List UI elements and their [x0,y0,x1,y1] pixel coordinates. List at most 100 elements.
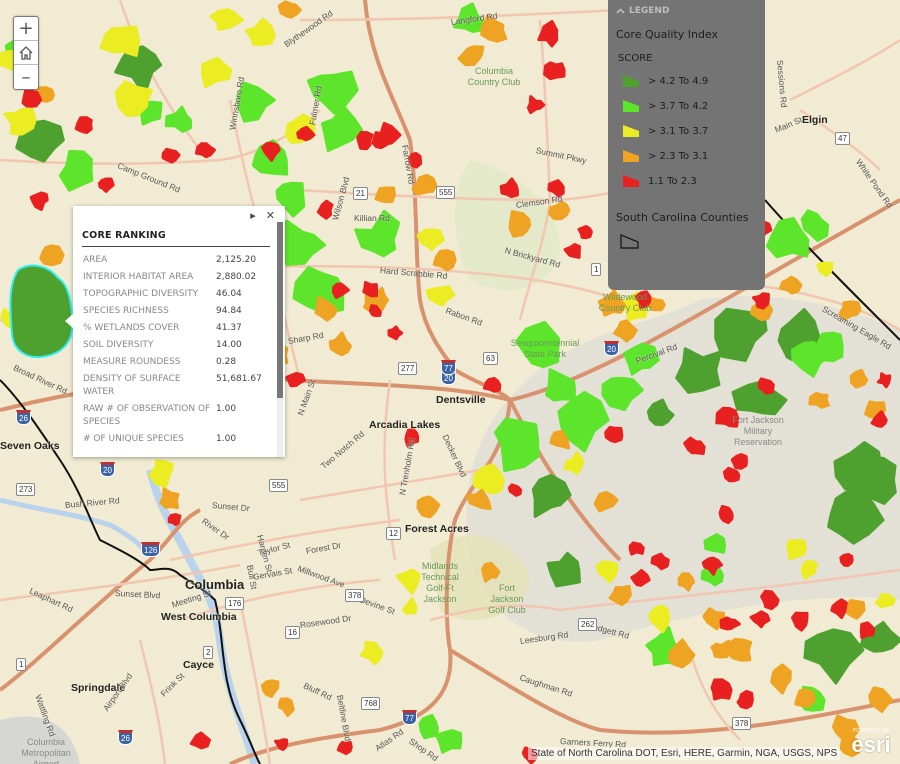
habitat-core-polygon[interactable] [39,244,65,267]
habitat-core-polygon[interactable] [148,459,174,488]
esri-logo[interactable]: POWERED BY esri [845,728,897,756]
habitat-core-polygon[interactable] [726,637,753,662]
habitat-core-polygon[interactable] [646,398,675,427]
habitat-core-polygon[interactable] [97,177,115,193]
close-popup-button[interactable]: ✕ [266,209,275,222]
habitat-core-polygon[interactable] [543,61,566,81]
zoom-in-button[interactable]: + [14,17,38,41]
habitat-core-polygon[interactable] [749,610,771,629]
habitat-core-polygon[interactable] [359,640,384,666]
habitat-core-polygon[interactable] [839,553,854,567]
habitat-core-polygon[interactable] [710,678,733,701]
habitat-core-polygon[interactable] [277,0,302,19]
habitat-core-polygon[interactable] [356,130,374,151]
habitat-core-polygon[interactable] [770,663,792,695]
legend-toggle[interactable]: LEGEND [616,4,757,18]
habitat-core-polygon[interactable] [435,729,463,754]
habitat-core-polygon[interactable] [494,417,540,472]
habitat-core-polygon[interactable] [508,210,532,238]
habitat-core-polygon[interactable] [21,89,43,108]
habitat-core-polygon[interactable] [164,105,192,133]
habitat-core-polygon[interactable] [209,8,244,31]
habitat-core-polygon[interactable] [628,541,645,556]
habitat-core-polygon[interactable] [3,107,37,136]
home-button[interactable] [14,41,38,65]
habitat-core-polygon[interactable] [791,611,809,632]
habitat-core-polygon[interactable] [545,368,576,402]
habitat-core-polygon[interactable] [278,697,295,717]
habitat-core-polygon[interactable] [260,679,280,698]
habitat-core-polygon[interactable] [868,686,894,713]
habitat-core-polygon[interactable] [677,572,696,592]
habitat-core-polygon[interactable] [593,490,619,513]
popup-scrollbar[interactable] [277,222,283,457]
habitat-core-polygon[interactable] [411,173,438,196]
habitat-core-polygon[interactable] [362,281,379,298]
habitat-core-polygon[interactable] [161,147,181,164]
habitat-core-polygon[interactable] [194,142,216,159]
habitat-core-polygon[interactable] [722,466,741,483]
habitat-core-polygon[interactable] [859,621,876,640]
habitat-core-polygon[interactable] [466,488,492,510]
habitat-core-polygon[interactable] [830,598,848,620]
habitat-core-polygon[interactable] [563,451,585,475]
habitat-core-polygon[interactable] [472,463,505,495]
habitat-core-polygon[interactable] [675,347,722,394]
habitat-core-polygon[interactable] [730,453,748,470]
habitat-core-polygon[interactable] [546,551,581,588]
habitat-core-polygon[interactable] [875,593,896,609]
habitat-core-polygon[interactable] [387,325,404,341]
habitat-core-polygon[interactable] [320,105,363,152]
habitat-core-polygon[interactable] [630,569,651,587]
habitat-core-polygon[interactable] [785,539,808,561]
habitat-core-polygon[interactable] [418,713,439,740]
habitat-core-polygon[interactable] [481,562,501,583]
habitat-core-polygon[interactable] [328,331,352,357]
habitat-core-polygon[interactable] [507,483,523,497]
habitat-core-polygon[interactable] [794,688,816,708]
habitat-core-polygon[interactable] [531,473,572,518]
habitat-core-polygon[interactable] [718,505,734,525]
habitat-core-polygon[interactable] [876,372,892,389]
habitat-core-polygon[interactable] [703,533,726,554]
habitat-core-polygon[interactable] [537,20,559,48]
habitat-core-polygon[interactable] [577,225,593,240]
habitat-core-polygon[interactable] [167,513,182,527]
habitat-core-polygon[interactable] [816,261,834,277]
habitat-core-polygon[interactable] [801,559,818,580]
habitat-core-polygon[interactable] [849,368,869,389]
habitat-core-polygon[interactable] [245,17,276,46]
habitat-core-polygon[interactable] [285,371,306,388]
habitat-core-polygon[interactable] [765,216,810,259]
habitat-core-polygon[interactable] [201,56,233,89]
habitat-core-polygon[interactable] [99,25,141,57]
habitat-core-polygon[interactable] [526,95,546,115]
habitat-core-polygon[interactable] [416,495,441,519]
habitat-core-polygon[interactable] [74,116,93,135]
habitat-core-polygon[interactable] [719,616,741,631]
habitat-core-polygon[interactable] [604,425,624,444]
habitat-core-polygon[interactable] [595,560,619,584]
selected-habitat-core[interactable] [9,264,74,359]
habitat-core-polygon[interactable] [332,282,350,300]
habitat-core-polygon[interactable] [778,275,803,295]
habitat-core-polygon[interactable] [58,149,94,192]
habitat-core-polygon[interactable] [425,285,456,307]
expand-popup-button[interactable]: ▸ [250,209,256,222]
habitat-core-polygon[interactable] [760,589,780,611]
habitat-core-polygon[interactable] [803,628,865,685]
habitat-core-polygon[interactable] [457,45,485,67]
habitat-core-polygon[interactable] [648,604,671,634]
habitat-core-polygon[interactable] [650,552,670,571]
habitat-core-polygon[interactable] [274,738,289,751]
habitat-core-polygon[interactable] [683,436,706,455]
habitat-core-polygon[interactable] [336,740,353,756]
zoom-out-button[interactable]: – [14,65,38,89]
habitat-core-polygon[interactable] [736,689,754,710]
habitat-core-polygon[interactable] [483,376,502,393]
habitat-core-polygon[interactable] [808,391,830,409]
habitat-core-polygon[interactable] [432,249,457,272]
habitat-core-polygon[interactable] [416,228,445,251]
habitat-core-polygon[interactable] [159,487,180,510]
habitat-core-polygon[interactable] [845,599,866,620]
